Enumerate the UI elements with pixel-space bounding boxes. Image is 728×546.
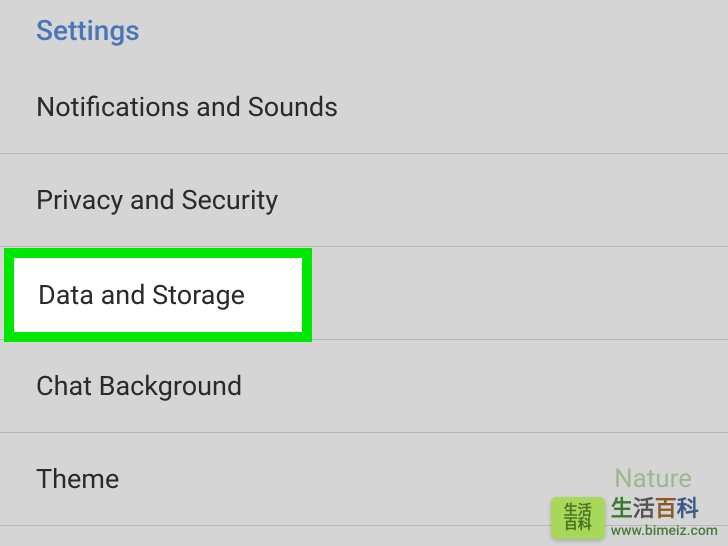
settings-item-label: Privacy and Security [36, 184, 278, 216]
settings-item-value: Nature [614, 464, 692, 494]
highlight-label: Data and Storage [38, 279, 245, 311]
settings-item-label: Theme [36, 463, 119, 495]
highlight-box-data-storage[interactable]: Data and Storage [4, 248, 312, 342]
watermark-icon: 生活 百科 [551, 497, 605, 539]
settings-item-notifications[interactable]: Notifications and Sounds [0, 61, 728, 154]
watermark-text: 生活百科 www.bimeiz.com [611, 497, 718, 540]
watermark-cn: 生活百科 [611, 497, 718, 523]
watermark-url: www.bimeiz.com [611, 523, 718, 540]
settings-section-header: Settings [0, 0, 728, 61]
settings-item-privacy[interactable]: Privacy and Security [0, 154, 728, 247]
settings-item-chat-background[interactable]: Chat Background [0, 340, 728, 433]
settings-item-label: Notifications and Sounds [36, 91, 338, 123]
settings-item-label: Chat Background [36, 370, 242, 402]
watermark: 生活 百科 生活百科 www.bimeiz.com [551, 497, 718, 540]
